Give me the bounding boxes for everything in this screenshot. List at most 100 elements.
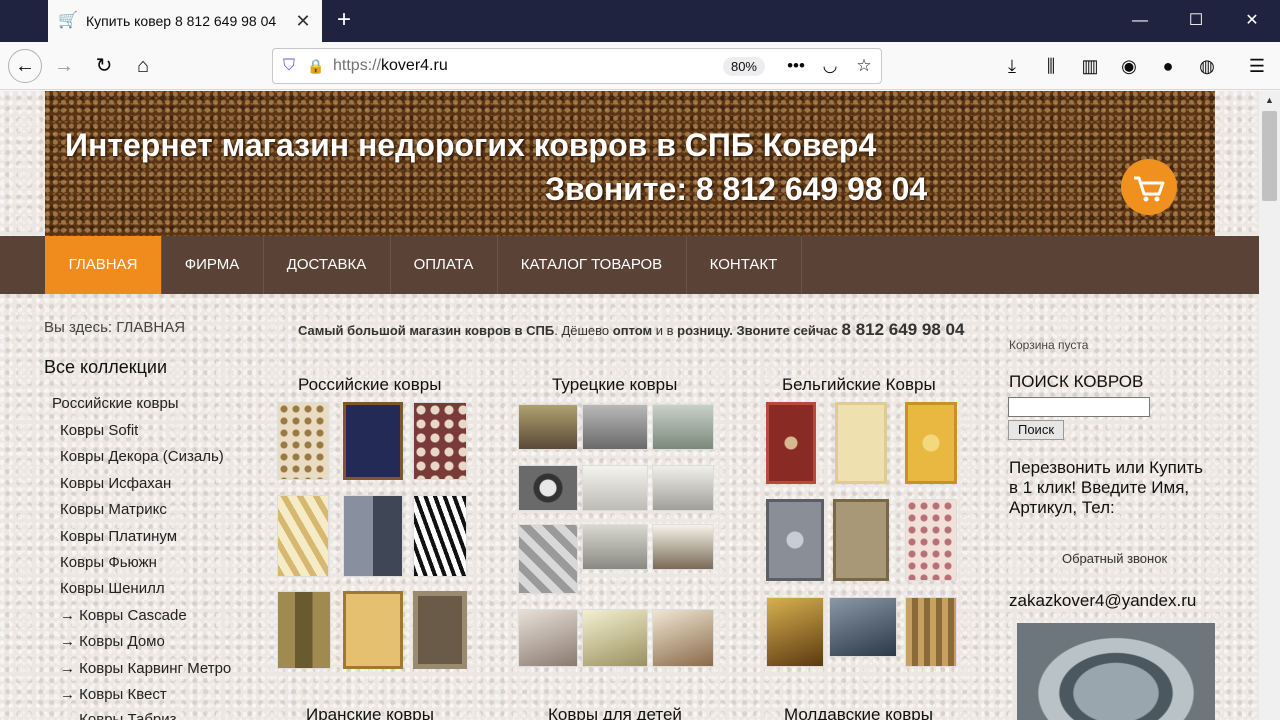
rug-thumbnail[interactable] [518,524,578,594]
sidebar-item[interactable]: Ковры Декора (Сизаль) [60,448,224,465]
rug-thumbnail[interactable] [652,465,714,511]
menu-divider [801,236,802,294]
url-bar[interactable]: ⛉ 🔒 https://kover4.ru 80% ••• ◡ ☆ [272,48,882,84]
scroll-up-icon[interactable]: ▲ [1259,91,1280,109]
rug-thumbnail[interactable] [652,609,714,667]
library-icon[interactable]: ⫼ [1035,50,1067,82]
rug-thumbnail[interactable] [413,495,467,577]
home-button[interactable]: ⌂ [127,50,159,82]
url-text[interactable]: https://kover4.ru [327,57,723,75]
rug-thumbnail[interactable] [343,591,403,669]
rug-thumbnail[interactable] [905,499,957,581]
rug-thumbnail[interactable] [766,402,816,484]
sidebar-icon[interactable]: ▥ [1074,50,1106,82]
category-title-moldovan[interactable]: Молдавские ковры [784,705,933,720]
rug-thumbnail[interactable] [277,591,331,669]
sidebar-item[interactable]: → Ковры Табриз [60,711,177,720]
tracking-shield-icon[interactable]: ⛉ [273,57,305,75]
rug-thumbnail[interactable] [413,591,467,669]
minimize-button[interactable]: — [1112,0,1168,42]
email-link[interactable]: zakazkover4@yandex.ru [1009,591,1196,611]
scroll-thumb[interactable] [1262,111,1277,201]
close-tab-icon[interactable]: ✕ [294,11,312,32]
rug-thumbnail[interactable] [518,404,578,450]
rug-thumbnail[interactable] [518,609,578,667]
rug-thumbnail[interactable] [518,465,578,511]
sidebar-item[interactable]: Ковры Матрикс [60,501,167,518]
rug-thumbnail[interactable] [277,402,329,480]
search-heading: ПОИСК КОВРОВ [1009,372,1144,391]
sidebar-item[interactable]: → Ковры Квест [60,686,167,703]
sidebar-heading[interactable]: Все коллекции [44,357,167,378]
new-tab-button[interactable]: + [330,6,358,34]
rug-thumbnail[interactable] [905,597,957,667]
sidebar-item[interactable]: Ковры Sofit [60,422,138,439]
rug-thumbnail[interactable] [652,404,714,450]
menu-item-payment[interactable]: ОПЛАТА [390,236,497,294]
rug-thumbnail[interactable] [829,597,897,657]
rug-thumbnail[interactable] [413,402,467,480]
rug-thumbnail[interactable] [835,402,887,484]
menu-icon[interactable]: ☰ [1241,50,1273,82]
site-banner: Интернет магазин недорогих ковров в СПБ … [45,91,1215,236]
pocket-icon[interactable]: ◡ [813,56,847,76]
sidebar-item[interactable]: Ковры Фьюжн [60,554,157,571]
search-input[interactable] [1008,397,1150,417]
sidebar-item[interactable]: Ковры Шенилл [60,580,165,597]
rug-thumbnail[interactable] [582,524,648,570]
rug-thumbnail[interactable] [343,402,403,480]
rug-thumbnail[interactable] [582,609,648,667]
extension-icon[interactable]: ● [1152,50,1184,82]
forward-button[interactable]: → [48,50,80,82]
menu-item-delivery[interactable]: ДОСТАВКА [263,236,390,294]
page-scrollbar[interactable]: ▲ [1259,91,1280,720]
menu-item-home[interactable]: ГЛАВНАЯ [45,236,161,294]
close-window-button[interactable]: ✕ [1224,0,1280,42]
rug-thumbnail[interactable] [766,499,824,581]
callback-link[interactable]: Обратный звонок [1062,551,1167,566]
rug-thumbnail[interactable] [582,404,648,450]
cart-button[interactable] [1121,159,1177,215]
extension-globe-icon[interactable]: ◍ [1191,50,1223,82]
rug-thumbnail[interactable] [766,597,824,667]
active-tab[interactable]: 🛒 Купить ковер 8 812 649 98 04 ✕ [48,0,322,42]
sidebar-item[interactable]: → Ковры Домо [60,633,165,650]
category-title-turkish[interactable]: Турецкие ковры [552,375,677,395]
callback-text: Перезвонить или Купить в 1 клик! Введите… [1009,458,1203,517]
search-button[interactable]: Поиск [1008,420,1064,440]
menu-item-contact[interactable]: КОНТАКТ [686,236,801,294]
rug-photo[interactable] [1017,623,1215,720]
rug-thumbnail[interactable] [582,465,648,511]
sidebar-item[interactable]: Ковры Исфахан [60,475,171,492]
cart-status: Корзина пуста [1009,338,1089,352]
maximize-button[interactable]: ☐ [1168,0,1224,42]
menu-item-catalog[interactable]: КАТАЛОГ ТОВАРОВ [497,236,686,294]
category-title-iranian[interactable]: Иранские ковры [306,705,434,720]
category-title-belgian[interactable]: Бельгийские Ковры [782,375,936,395]
sidebar-item[interactable]: Российские ковры [52,395,179,412]
reload-button[interactable]: ↻ [88,50,120,82]
category-title-kids[interactable]: Ковры для детей [548,705,682,720]
rug-thumbnail[interactable] [343,495,403,577]
site-title: Интернет магазин недорогих ковров в СПБ … [65,127,877,163]
breadcrumb: Вы здесь: ГЛАВНАЯ [44,319,186,336]
main-menu: ГЛАВНАЯ ФИРМА ДОСТАВКА ОПЛАТА КАТАЛОГ ТО… [0,236,1259,294]
lock-icon[interactable]: 🔒 [305,58,327,75]
rug-thumbnail[interactable] [652,524,714,570]
sidebar-item[interactable]: → Ковры Cascade [60,607,187,624]
zoom-indicator[interactable]: 80% [722,56,765,76]
downloads-icon[interactable]: ⤓ [996,50,1028,82]
bookmark-star-icon[interactable]: ☆ [847,56,881,76]
back-button[interactable]: ← [8,49,42,83]
cart-favicon-icon: 🛒 [58,12,78,29]
sidebar-item[interactable]: Ковры Платинум [60,528,177,545]
rug-thumbnail[interactable] [833,499,889,581]
category-title-russian[interactable]: Российские ковры [298,375,441,395]
navigation-toolbar: ← → ↻ ⌂ ⛉ 🔒 https://kover4.ru 80% ••• ◡ … [0,42,1280,90]
sidebar-item[interactable]: → Ковры Карвинг Метро [60,660,231,677]
account-icon[interactable]: ◉ [1113,50,1145,82]
menu-item-company[interactable]: ФИРМА [161,236,263,294]
rug-thumbnail[interactable] [905,402,957,484]
rug-thumbnail[interactable] [277,495,329,577]
page-actions-icon[interactable]: ••• [779,56,813,76]
